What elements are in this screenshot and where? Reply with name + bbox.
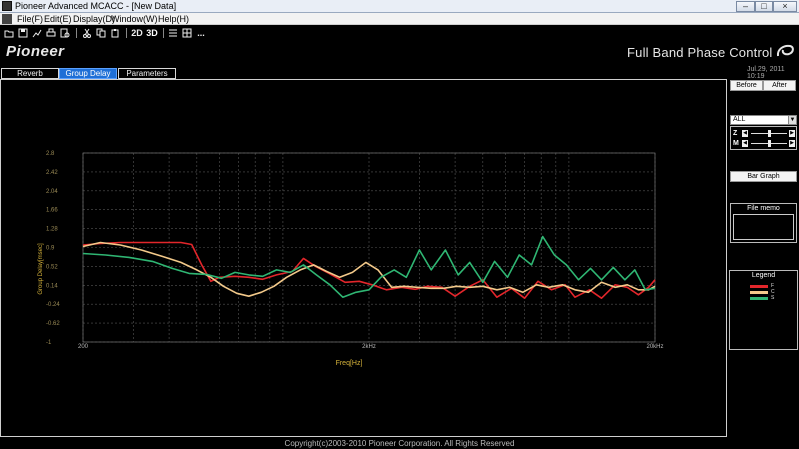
before-button[interactable]: Before	[730, 80, 763, 91]
chart-panel: 2.8 2.42 2.04 1.66 1.28 0.9 0.52 0.14 -0.24 -0.62…	[0, 79, 727, 437]
channel-select-value: ALL	[733, 116, 746, 123]
menu-file[interactable]: File(F)	[17, 13, 43, 25]
file-memo-title: File memo	[747, 205, 780, 212]
window-title: Pioneer Advanced MCACC - [New Data]	[15, 1, 177, 11]
group-delay-chart: 2.8 2.42 2.04 1.66 1.28 0.9 0.52 0.14 -0.24 -0.62…	[38, 151, 664, 367]
file-memo: File memo	[730, 203, 797, 243]
x-tick-label: 200	[78, 344, 89, 350]
chart-grid	[82, 152, 656, 343]
zoom-controls: Z ◀ ▶ M ◀ ▶	[730, 126, 797, 150]
save-icon[interactable]	[18, 28, 28, 38]
tab-parameters[interactable]: Parameters	[118, 68, 176, 79]
menu-display[interactable]: Display(D)	[73, 13, 115, 25]
after-button[interactable]: After	[763, 80, 796, 91]
pioneer-mark-icon	[776, 44, 794, 57]
app-icon	[2, 1, 12, 11]
y-tick-label: 2.04	[46, 189, 58, 195]
view-3d-button[interactable]: 3D	[145, 28, 159, 38]
pioneer-logo: Pioneer	[6, 43, 65, 60]
open-folder-icon[interactable]	[4, 28, 14, 38]
slider-thumb[interactable]	[768, 140, 771, 147]
y-tick-label: 2.42	[46, 170, 58, 176]
y-tick-label: -0.24	[46, 302, 60, 308]
layout-grid-icon[interactable]	[182, 28, 192, 38]
arrow-left-icon[interactable]: ◀	[742, 130, 748, 137]
legend-title: Legend	[751, 272, 776, 279]
y-tick-label: 1.28	[46, 227, 58, 233]
legend-item-surround: S	[750, 295, 790, 301]
y-tick-label: -0.62	[46, 321, 60, 327]
legend-item-center: C	[750, 289, 790, 295]
y-tick-label: 0.9	[46, 246, 55, 252]
y-tick-label: 2.8	[46, 151, 55, 157]
toolbar-separator	[163, 28, 164, 38]
y-tick-label: 0.52	[46, 264, 58, 270]
layout-list-icon[interactable]	[168, 28, 178, 38]
x-axis-label: Freq[Hz]	[336, 360, 363, 367]
cut-icon[interactable]	[82, 28, 92, 38]
legend-swatch	[750, 285, 768, 288]
title-bar: Pioneer Advanced MCACC - [New Data] – □ …	[0, 0, 799, 13]
timestamp: Jul.29, 2011 10:19	[747, 66, 785, 80]
y-axis-label: Group Delay[msec]	[38, 243, 44, 295]
chart-axes: 2.8 2.42 2.04 1.66 1.28 0.9 0.52 0.14 -0.24 -0.62…	[46, 151, 664, 350]
y-tick-label: 1.66	[46, 208, 58, 214]
graph-icon[interactable]	[32, 28, 42, 38]
zoom-z-slider[interactable]: Z ◀ ▶	[733, 129, 796, 138]
legend-item-front: F	[750, 283, 790, 289]
x-tick-label: 20kHz	[646, 344, 663, 350]
menu-edit[interactable]: Edit(E)	[44, 13, 72, 25]
chevron-down-icon[interactable]: ▼	[788, 116, 796, 124]
copy-icon[interactable]	[96, 28, 106, 38]
zoom-m-slider[interactable]: M ◀ ▶	[733, 139, 796, 148]
arrow-right-icon[interactable]: ▶	[789, 140, 795, 147]
arrow-left-icon[interactable]: ◀	[742, 140, 748, 147]
toolbar: 2D 3D ...	[0, 25, 799, 41]
channel-select[interactable]: ALL ▼	[730, 115, 797, 125]
slider-thumb[interactable]	[768, 130, 771, 137]
zoom-z-label: Z	[733, 130, 738, 137]
legend-swatch	[750, 297, 768, 300]
legend-swatch	[750, 291, 768, 294]
print-icon[interactable]	[46, 28, 56, 38]
x-tick-label: 2kHz	[362, 344, 376, 350]
minimize-button[interactable]: –	[736, 1, 755, 12]
copyright-footer: Copyright(c)2003-2010 Pioneer Corporatio…	[0, 439, 799, 449]
print-preview-icon[interactable]	[60, 28, 70, 38]
y-tick-label: 0.14	[46, 283, 58, 289]
maximize-button[interactable]: □	[755, 1, 773, 12]
toolbar-separator	[76, 28, 77, 38]
paste-icon[interactable]	[110, 28, 120, 38]
side-panel: Before After ALL ▼ Z ◀ ▶ M ◀ ▶ Bar Graph…	[727, 79, 799, 437]
arrow-right-icon[interactable]: ▶	[789, 130, 795, 137]
menu-window[interactable]: Window(W)	[111, 13, 158, 25]
menu-help[interactable]: Help(H)	[158, 13, 189, 25]
zoom-m-label: M	[733, 140, 739, 147]
menu-bar: File(F) Edit(E) Display(D) Window(W) Hel…	[0, 13, 799, 25]
tab-group-delay[interactable]: Group Delay	[59, 68, 117, 79]
view-2d-button[interactable]: 2D	[130, 28, 144, 38]
tab-reverb[interactable]: Reverb	[1, 68, 59, 79]
y-tick-label: -1	[46, 340, 52, 346]
bar-graph-button[interactable]: Bar Graph	[730, 171, 797, 182]
legend: Legend F C S	[729, 270, 798, 350]
toolbar-separator	[126, 28, 127, 38]
close-button[interactable]: ×	[773, 1, 797, 12]
more-button[interactable]: ...	[195, 28, 207, 38]
product-title: Full Band Phase Control	[627, 45, 773, 60]
file-memo-input[interactable]	[733, 214, 794, 240]
legend-label: S	[771, 295, 775, 301]
document-icon[interactable]	[2, 14, 12, 24]
